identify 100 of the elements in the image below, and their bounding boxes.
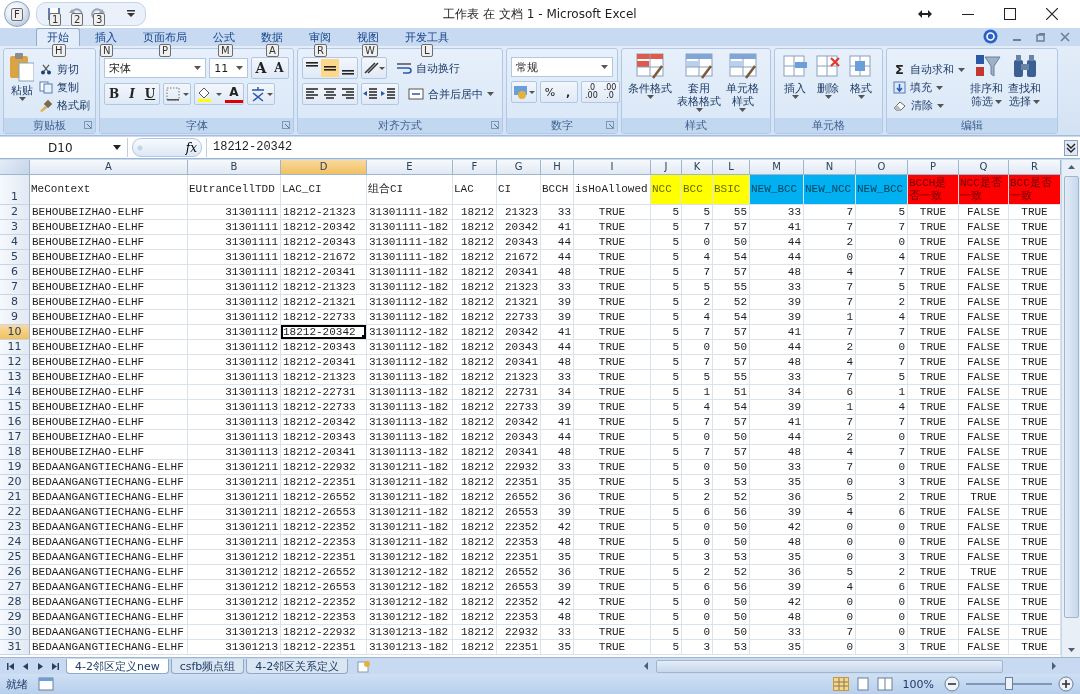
table-cell: 31301113 <box>188 445 281 460</box>
table-cell: TRUE <box>574 250 651 265</box>
table-cell: 48 <box>750 445 804 460</box>
table-cell: 18212-22351 <box>281 475 367 490</box>
table-cell: 35 <box>750 475 804 490</box>
table-cell: TRUE <box>908 355 959 370</box>
table-cell: 34 <box>750 385 804 400</box>
table-cell: 22352 <box>497 520 541 535</box>
table-cell: 18212-22932 <box>281 460 367 475</box>
table-cell: 31301211 <box>188 475 281 490</box>
table-cell: 31301113-182 <box>367 400 453 415</box>
table-cell: TRUE <box>574 310 651 325</box>
table-cell: TRUE <box>908 640 959 655</box>
table-cell: 2 <box>856 295 908 310</box>
table-cell: 4 <box>682 310 713 325</box>
table-cell: TRUE <box>908 325 959 340</box>
table-cell: 0 <box>804 475 856 490</box>
table-cell: 18212-20343 <box>281 430 367 445</box>
table-cell: BEDAANGANGTIECHANG-ELHF <box>30 565 188 580</box>
table-cell: 18212-22353 <box>281 535 367 550</box>
group-label: 单元格 <box>812 118 845 133</box>
table-cell: FALSE <box>959 340 1009 355</box>
table-cell: 42 <box>541 520 574 535</box>
table-cell: 18212 <box>453 205 497 220</box>
table-cell: 21323 <box>497 205 541 220</box>
table-cell: 18212-22351 <box>281 640 367 655</box>
table-cell: 22352 <box>497 595 541 610</box>
table-cell: 5 <box>856 280 908 295</box>
table-cell: 22731 <box>497 385 541 400</box>
table-cell: TRUE <box>908 490 959 505</box>
table-cell: 0 <box>682 430 713 445</box>
table-cell: BEHOUBEIZHAO-ELHF <box>30 220 188 235</box>
table-cell: 7 <box>804 415 856 430</box>
table-cell: 7 <box>682 445 713 460</box>
table-cell: TRUE <box>908 265 959 280</box>
table-cell: NEW_NCC <box>804 175 856 205</box>
table-cell: 41 <box>750 325 804 340</box>
table-cell: FALSE <box>959 625 1009 640</box>
table-cell: 50 <box>713 535 750 550</box>
table-cell: 5 <box>651 400 682 415</box>
table-cell: 33 <box>541 460 574 475</box>
table-cell: 35 <box>750 550 804 565</box>
table-cell: 48 <box>750 610 804 625</box>
table-cell: 31301211-182 <box>367 505 453 520</box>
table-cell: BEDAANGANGTIECHANG-ELHF <box>30 490 188 505</box>
table-cell: 18212-20342 <box>281 220 367 235</box>
table-cell: 33 <box>750 205 804 220</box>
table-cell: LAC_CI <box>281 175 367 205</box>
table-cell: 20342 <box>497 220 541 235</box>
table-cell: 4 <box>804 580 856 595</box>
table-cell: TRUE <box>908 250 959 265</box>
table-cell: 31301112-182 <box>367 295 453 310</box>
table-cell: 50 <box>713 520 750 535</box>
table-cell: 18212 <box>453 535 497 550</box>
table-cell: 31301113-182 <box>367 430 453 445</box>
table-cell: FALSE <box>959 475 1009 490</box>
table-cell: 0 <box>682 535 713 550</box>
table-cell: 5 <box>651 550 682 565</box>
table-cell: 55 <box>713 280 750 295</box>
table-cell: BEDAANGANGTIECHANG-ELHF <box>30 595 188 610</box>
table-cell: 18212 <box>453 235 497 250</box>
table-cell: 31301112-182 <box>367 310 453 325</box>
table-cell: 5 <box>651 205 682 220</box>
table-cell: 6 <box>856 580 908 595</box>
table-cell: TRUE <box>574 340 651 355</box>
table-cell: 36 <box>750 565 804 580</box>
table-cell: 18212 <box>453 340 497 355</box>
table-cell: TRUE <box>574 325 651 340</box>
table-cell: 31301113 <box>188 400 281 415</box>
table-cell: BEDAANGANGTIECHANG-ELHF <box>30 625 188 640</box>
table-cell: 7 <box>856 325 908 340</box>
group-label: 数字 <box>551 118 573 133</box>
table-cell: 18212 <box>453 460 497 475</box>
table-cell: 7 <box>804 325 856 340</box>
table-cell: FALSE <box>959 250 1009 265</box>
table-cell: 31301113-182 <box>367 370 453 385</box>
table-cell: 50 <box>713 595 750 610</box>
table-cell: 5 <box>651 580 682 595</box>
table-cell: 3 <box>856 640 908 655</box>
table-cell: 31301111-182 <box>367 235 453 250</box>
table-cell: TRUE <box>574 445 651 460</box>
table-cell: 3 <box>682 640 713 655</box>
table-cell: 33 <box>750 460 804 475</box>
table-cell: 44 <box>750 340 804 355</box>
table-cell: BEHOUBEIZHAO-ELHF <box>30 250 188 265</box>
table-cell: 48 <box>541 610 574 625</box>
table-cell: TRUE <box>908 205 959 220</box>
table-cell: 20343 <box>497 430 541 445</box>
table-cell: 39 <box>541 295 574 310</box>
table-cell: TRUE <box>574 205 651 220</box>
table-cell: 7 <box>804 295 856 310</box>
table-cell: 31301111 <box>188 235 281 250</box>
status-text: 就绪 <box>6 676 28 692</box>
table-cell: 57 <box>713 220 750 235</box>
table-cell: 7 <box>804 205 856 220</box>
table-cell: 5 <box>651 565 682 580</box>
table-cell: TRUE <box>574 565 651 580</box>
table-cell: BEDAANGANGTIECHANG-ELHF <box>30 580 188 595</box>
table-cell: 18212-20341 <box>281 265 367 280</box>
table-cell: TRUE <box>574 505 651 520</box>
